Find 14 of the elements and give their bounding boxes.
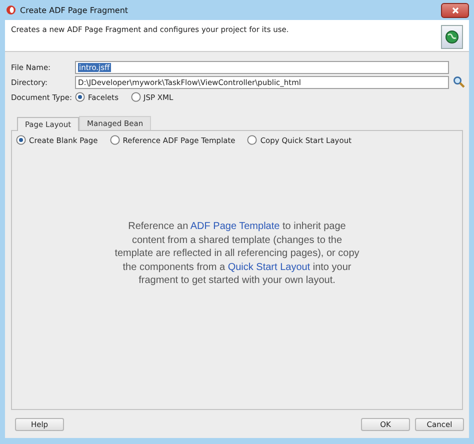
radio-button[interactable] xyxy=(130,92,141,102)
globe-icon xyxy=(445,30,459,44)
close-button[interactable] xyxy=(441,2,469,18)
radio-button[interactable] xyxy=(16,135,26,145)
description-text: Reference an ADF Page Template to inherit page content from a shared template (changes to the template are reflected in all referencing pages), or copy the components from a Quick Start Layout into your fragment to get started with your own layout. xyxy=(114,220,360,288)
app-icon xyxy=(6,5,16,15)
link[interactable]: ADF Page Template xyxy=(190,221,280,232)
window-title: Create ADF Page Fragment xyxy=(20,6,128,14)
radio-button[interactable] xyxy=(110,135,120,145)
radio-button[interactable] xyxy=(75,92,85,102)
link[interactable]: Quick Start Layout xyxy=(228,262,310,273)
radio-button[interactable] xyxy=(247,135,258,145)
search-icon[interactable] xyxy=(453,76,465,88)
close-icon xyxy=(452,6,458,14)
